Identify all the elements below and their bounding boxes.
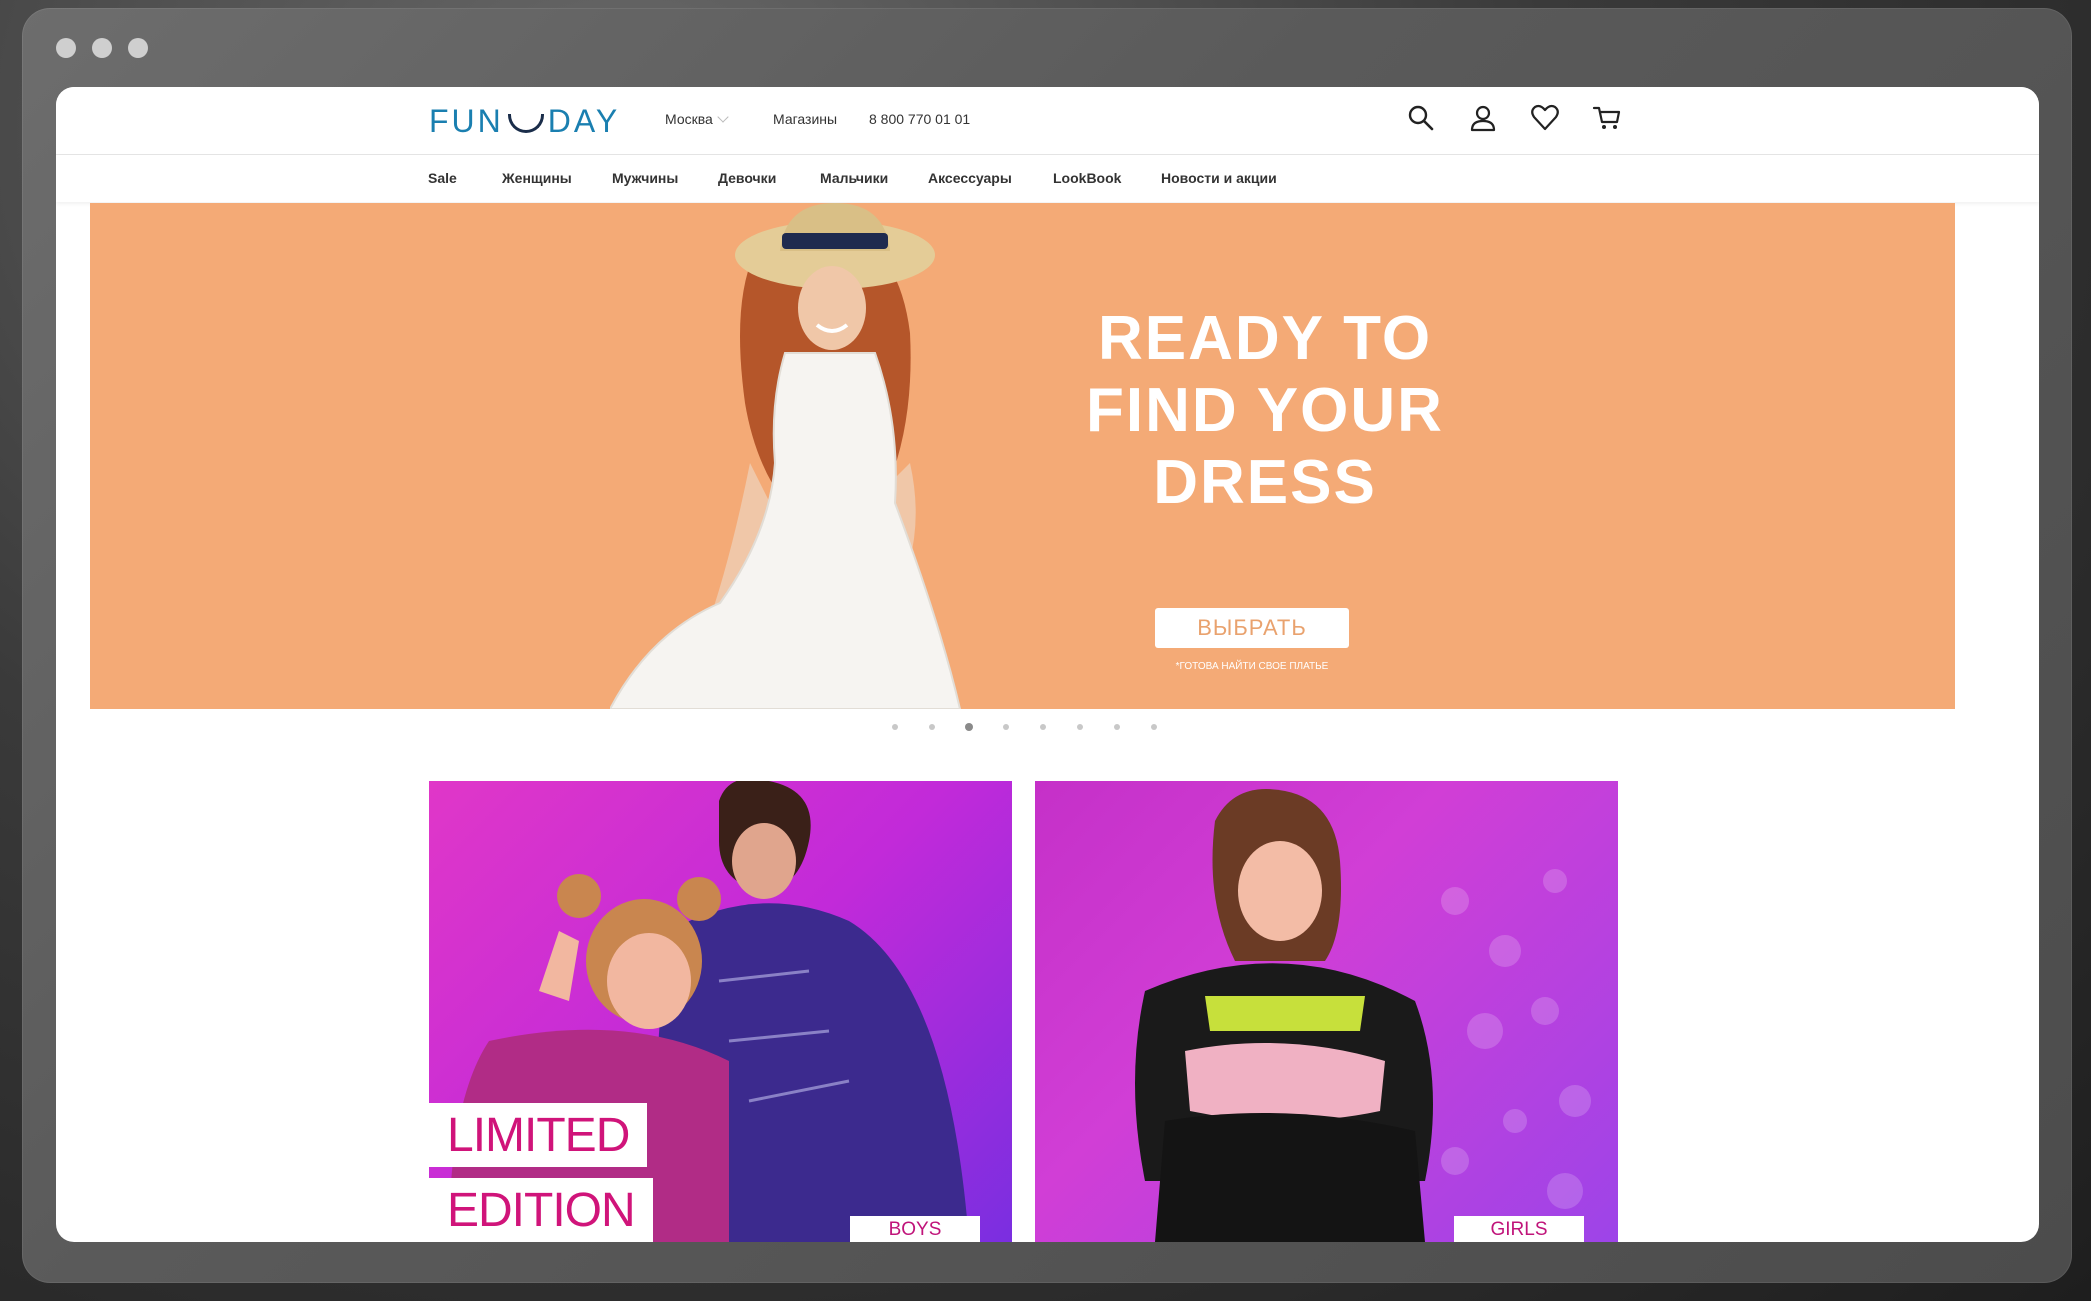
nav-item-news[interactable]: Новости и акции — [1161, 170, 1277, 186]
carousel-dot[interactable] — [1114, 724, 1120, 730]
hero-title-line1: READY TO — [1097, 304, 1433, 373]
promo-tile-girls[interactable]: GIRLS — [1035, 781, 1618, 1242]
tile-girls-image — [1135, 789, 1591, 1242]
hero-title-line2: FIND YOUR — [1086, 376, 1444, 445]
carousel-dot[interactable] — [892, 724, 898, 730]
tile-boys-image — [449, 781, 969, 1242]
phone-number[interactable]: 8 800 770 01 01 — [869, 111, 970, 127]
nav-item-women[interactable]: Женщины — [502, 170, 572, 186]
promo-tile-boys[interactable]: LIMITED EDITION BOYS — [429, 781, 1012, 1242]
limited-badge-line2: EDITION — [429, 1178, 653, 1242]
limited-badge-line1: LIMITED — [429, 1103, 648, 1167]
stores-link[interactable]: Магазины — [773, 111, 837, 127]
nav-item-men[interactable]: Мужчины — [612, 170, 678, 186]
logo-smile-icon — [507, 114, 544, 134]
hero-title: READY TO FIND YOUR DRESS — [1040, 303, 1490, 519]
nav-item-accessories[interactable]: Аксессуары — [928, 170, 1012, 186]
site-logo[interactable]: FUN DAY — [429, 103, 620, 140]
browser-window: FUN DAY Москва Магазины 8 800 770 01 01 S… — [56, 87, 2039, 1242]
cart-icon[interactable] — [1592, 103, 1622, 133]
nav-item-sale[interactable]: Sale — [428, 170, 457, 186]
carousel-dot[interactable] — [929, 724, 935, 730]
site-header: FUN DAY Москва Магазины 8 800 770 01 01 — [56, 87, 2039, 155]
nav-item-girls[interactable]: Девочки — [718, 170, 776, 186]
main-nav: Sale Женщины Мужчины Девочки Мальчики Ак… — [56, 155, 2039, 202]
chevron-down-icon — [717, 111, 729, 123]
carousel-dot[interactable] — [1040, 724, 1046, 730]
carousel-dot-active[interactable] — [965, 723, 973, 731]
choose-button[interactable]: ВЫБРАТЬ — [1155, 608, 1349, 648]
user-icon[interactable] — [1468, 103, 1498, 133]
nav-item-lookbook[interactable]: LookBook — [1053, 170, 1121, 186]
carousel-dot[interactable] — [1003, 724, 1009, 730]
window-control-close[interactable] — [56, 38, 76, 58]
girls-tag[interactable]: GIRLS — [1454, 1216, 1584, 1242]
window-control-minimize[interactable] — [92, 38, 112, 58]
hero-banner[interactable]: READY TO FIND YOUR DRESS ВЫБРАТЬ *ГОТОВА… — [90, 203, 1955, 709]
search-icon[interactable] — [1406, 103, 1436, 133]
window-control-maximize[interactable] — [128, 38, 148, 58]
heart-icon[interactable] — [1530, 103, 1560, 133]
boys-tag[interactable]: BOYS — [850, 1216, 980, 1242]
carousel-dot[interactable] — [1077, 724, 1083, 730]
city-selector[interactable]: Москва — [665, 111, 729, 127]
logo-text-right: DAY — [547, 103, 621, 139]
city-label: Москва — [665, 111, 713, 127]
hero-model-image — [610, 203, 962, 709]
logo-text-left: FUN — [429, 103, 504, 139]
carousel-dot[interactable] — [1151, 724, 1157, 730]
hero-note: *ГОТОВА НАЙТИ СВОЕ ПЛАТЬЕ — [1175, 661, 1329, 672]
nav-item-boys[interactable]: Мальчики — [820, 170, 888, 186]
hero-title-line3: DRESS — [1153, 448, 1377, 517]
